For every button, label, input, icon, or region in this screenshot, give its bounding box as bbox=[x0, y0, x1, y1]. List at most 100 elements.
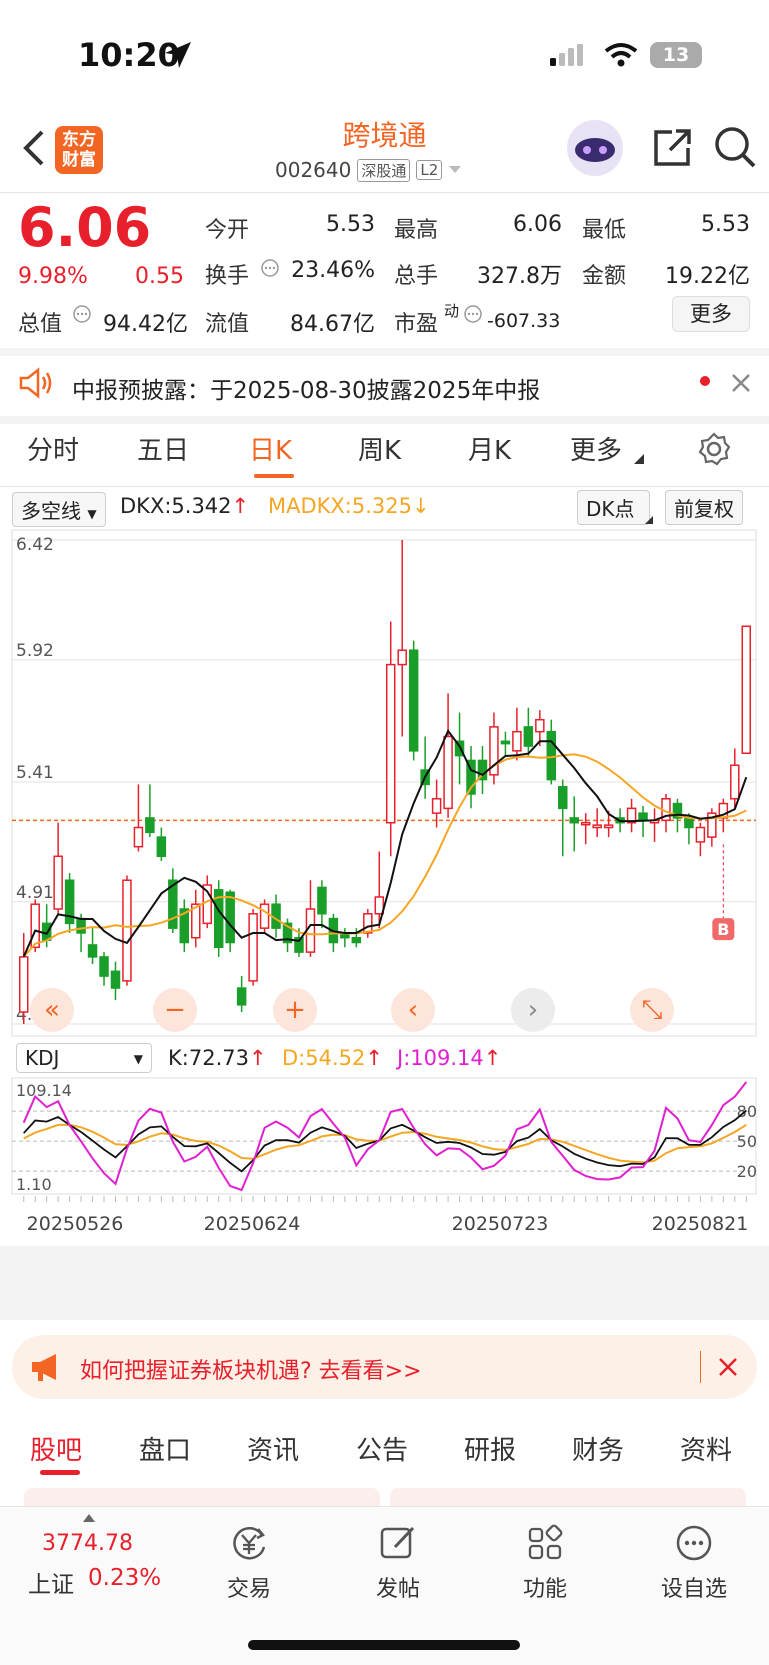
share-icon[interactable] bbox=[650, 126, 694, 170]
tab-daily-k[interactable]: 日K bbox=[249, 430, 292, 467]
unread-dot bbox=[700, 376, 710, 386]
candle-body bbox=[87, 944, 98, 958]
speaker-icon bbox=[19, 367, 52, 399]
candle-body bbox=[385, 663, 396, 824]
stock-code-row: 002640 深股通 L2 bbox=[275, 158, 462, 182]
info-dots-icon[interactable] bbox=[260, 258, 280, 278]
kdj-d-line bbox=[23, 1123, 747, 1164]
search-icon[interactable] bbox=[712, 124, 758, 170]
kdj-select[interactable]: KDJ ▼ bbox=[16, 1043, 152, 1073]
tab-announcements[interactable]: 公告 bbox=[356, 1430, 408, 1467]
functions-button[interactable]: 功能 bbox=[490, 1523, 600, 1603]
index-change[interactable]: 0.23% bbox=[88, 1565, 161, 1591]
last-price: 6.06 bbox=[18, 196, 152, 259]
notice-text[interactable]: 中报预披露：于2025-08-30披露2025年中报 bbox=[72, 371, 540, 405]
fast-back-button[interactable]: « bbox=[30, 988, 74, 1032]
market-cap-value: 94.42亿 bbox=[103, 312, 188, 337]
tab-orderbook[interactable]: 盘口 bbox=[139, 1430, 191, 1467]
more-quote-button[interactable]: 更多 bbox=[672, 296, 750, 332]
turnover-label: 换手 bbox=[205, 264, 250, 289]
megaphone-icon bbox=[32, 1354, 56, 1381]
x-date-label: 20250723 bbox=[452, 1213, 549, 1235]
info-dots-icon[interactable] bbox=[463, 304, 483, 324]
add-watchlist-button[interactable]: 设自选 bbox=[639, 1523, 749, 1603]
expand-button[interactable]: ⤡ bbox=[630, 988, 674, 1032]
trade-button[interactable]: 交易 bbox=[194, 1523, 304, 1603]
previous-button[interactable]: ‹ bbox=[391, 988, 435, 1032]
corner-triangle-icon bbox=[645, 516, 653, 524]
candle-body bbox=[76, 917, 86, 934]
candle-body bbox=[259, 903, 270, 929]
next-button[interactable]: › bbox=[511, 988, 555, 1032]
candle-body bbox=[431, 798, 442, 814]
high-label: 最高 bbox=[394, 218, 439, 243]
candle-body bbox=[730, 764, 740, 800]
post-button[interactable]: 发帖 bbox=[343, 1523, 453, 1603]
candle-body bbox=[225, 891, 235, 944]
index-value[interactable]: 3774.78 bbox=[42, 1531, 133, 1556]
settings-gear-icon[interactable] bbox=[697, 432, 731, 466]
open-label: 今开 bbox=[205, 218, 250, 243]
tab-research[interactable]: 研报 bbox=[464, 1430, 516, 1467]
tab-forum[interactable]: 股吧 bbox=[30, 1430, 82, 1467]
candle-body bbox=[248, 913, 258, 982]
promo-banner[interactable]: 如何把握证券板块机遇? 去看看>> bbox=[12, 1335, 757, 1399]
y-tick-label: 6.42 bbox=[16, 535, 54, 555]
compose-icon bbox=[380, 1526, 415, 1559]
zoom-out-button[interactable]: − bbox=[153, 988, 197, 1032]
tab-five-day[interactable]: 五日 bbox=[137, 430, 189, 467]
open-value: 5.53 bbox=[326, 212, 375, 237]
indicator-select[interactable]: 多空线 ▼ bbox=[12, 492, 106, 527]
buy-marker-label: B bbox=[717, 920, 729, 939]
connect-tag: 深股通 bbox=[357, 158, 411, 182]
close-icon[interactable] bbox=[718, 1357, 738, 1377]
corner-triangle-icon bbox=[634, 454, 644, 464]
close-icon[interactable] bbox=[730, 372, 752, 394]
location-arrow-icon bbox=[165, 42, 191, 68]
candle-body bbox=[695, 826, 706, 843]
kdj-j-line bbox=[22, 1081, 748, 1192]
low-label: 最低 bbox=[582, 218, 627, 243]
zoom-in-button[interactable]: + bbox=[273, 988, 317, 1032]
candle-body bbox=[317, 886, 327, 915]
candlestick-chart[interactable]: 6.425.925.414.914.40B«−+‹›⤡ bbox=[0, 524, 769, 1044]
content-tabs: 股吧 盘口 资讯 公告 研报 财务 资料 bbox=[0, 1420, 769, 1480]
tab-weekly-k[interactable]: 周K bbox=[358, 430, 401, 467]
dk-points-button[interactable]: DK点 bbox=[577, 490, 650, 525]
candle-body bbox=[351, 936, 362, 944]
x-date-label: 20250526 bbox=[27, 1213, 124, 1235]
previous-icon: ‹ bbox=[408, 995, 418, 1025]
candle-body bbox=[99, 956, 109, 977]
index-name[interactable]: 上证 bbox=[28, 1565, 74, 1599]
tab-more[interactable]: 更多 bbox=[570, 430, 622, 467]
cellular-signal-icon bbox=[550, 44, 583, 66]
dkx-legend: DKX:5.342↑ bbox=[120, 494, 250, 518]
tab-financials[interactable]: 财务 bbox=[572, 1430, 624, 1467]
kdj-right-tick: 80 bbox=[737, 1102, 757, 1121]
volume-value: 327.8万 bbox=[477, 264, 562, 289]
card-peek bbox=[24, 1488, 380, 1508]
candle-body bbox=[558, 786, 568, 810]
adjust-button[interactable]: 前复权 bbox=[665, 490, 743, 525]
caret-down-icon[interactable] bbox=[448, 165, 462, 175]
candle-body bbox=[500, 740, 511, 745]
robot-assistant-icon[interactable] bbox=[565, 118, 625, 178]
tab-profile[interactable]: 资料 bbox=[680, 1430, 732, 1467]
volume-label: 总手 bbox=[394, 264, 439, 289]
tab-news[interactable]: 资讯 bbox=[247, 1430, 299, 1467]
candle-body bbox=[603, 824, 614, 829]
period-tabs: 分时 五日 日K 周K 月K 更多 bbox=[0, 430, 769, 480]
candle-body bbox=[512, 730, 522, 752]
level2-tag: L2 bbox=[416, 160, 443, 180]
grid-apps-icon bbox=[528, 1524, 563, 1560]
kdj-chart[interactable]: 80 50 20 109.14 1.10 20250526 20250624 20250723… bbox=[0, 1074, 769, 1324]
amount-value: 19.22亿 bbox=[665, 264, 750, 289]
candle-body bbox=[363, 913, 373, 934]
y-tick-label: 5.41 bbox=[16, 763, 54, 783]
tab-monthly-k[interactable]: 月K bbox=[468, 430, 511, 467]
section-separator bbox=[0, 1246, 769, 1320]
turnover-value: 23.46% bbox=[291, 258, 375, 283]
change-amount: 0.55 bbox=[135, 264, 184, 289]
high-value: 6.06 bbox=[513, 212, 562, 237]
tab-intraday[interactable]: 分时 bbox=[27, 430, 79, 467]
